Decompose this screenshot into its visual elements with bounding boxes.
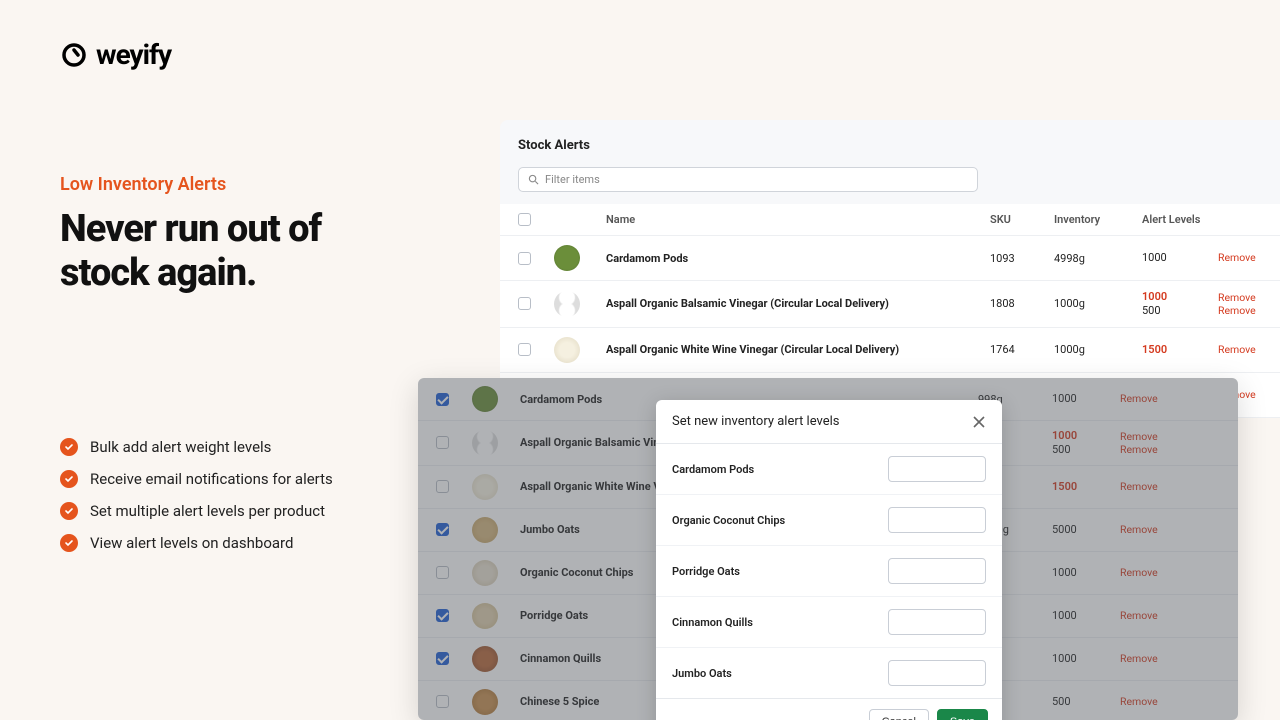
modal-item-label: Porridge Oats [672,565,740,578]
check-icon [60,470,78,488]
table-row: Aspall Organic Balsamic Vinegar (Circula… [500,281,1280,328]
product-name: Aspall Organic Balsamic Vinegar (Circula… [606,297,986,310]
sku-cell: 1093 [990,252,1050,265]
alert-level-input[interactable] [888,660,986,686]
product-thumb [554,245,580,271]
modal-item-label: Cardamom Pods [672,463,754,476]
remove-link[interactable]: Remove [1218,251,1280,264]
inventory-cell: 4998g [1054,252,1138,265]
feature-list: Bulk add alert weight levels Receive ema… [60,438,333,552]
product-name: Cardamom Pods [606,252,986,265]
sku-cell: 1764 [990,343,1050,356]
feature-item: Set multiple alert levels per product [60,502,333,520]
check-icon [60,438,78,456]
select-all-checkbox[interactable] [518,213,531,226]
timer-icon [60,41,88,69]
remove-link[interactable]: Remove [1218,343,1280,356]
feature-item: Bulk add alert weight levels [60,438,333,456]
remove-link[interactable]: Remove [1218,304,1280,317]
table-row: Aspall Organic White Wine Vinegar (Circu… [500,328,1280,373]
modal-item-label: Cinnamon Quills [672,616,753,629]
alert-level-input[interactable] [888,558,986,584]
product-name: Aspall Organic White Wine Vinegar (Circu… [606,343,986,356]
remove-link[interactable]: Remove [1218,291,1280,304]
hero-eyebrow: Low Inventory Alerts [60,174,226,195]
feature-item: Receive email notifications for alerts [60,470,333,488]
table-header: Name SKU Inventory Alert Levels [500,204,1280,236]
brand-name: weyify [96,38,171,71]
modal-title: Set new inventory alert levels [672,414,840,429]
row-checkbox[interactable] [518,343,531,356]
modal-item-row: Porridge Oats [656,546,1002,597]
hero-headline: Never run out of stock again. [60,208,321,295]
alert-level-input[interactable] [888,456,986,482]
page-title: Stock Alerts [500,138,1280,167]
inventory-cell: 1000g [1054,343,1138,356]
alert-cell: 1000 [1142,251,1214,265]
product-thumb [554,291,580,317]
row-checkbox[interactable] [518,297,531,310]
stock-alerts-panel-dimmed: Cardamom Pods 998g 1000 Remove Aspall Or… [418,378,1238,720]
check-icon [60,534,78,552]
stock-alerts-panel: Stock Alerts Filter items Studio 4 Name … [500,120,1280,418]
modal-item-row: Jumbo Oats [656,648,1002,698]
sku-cell: 1808 [990,297,1050,310]
alert-cell: 1500 [1142,343,1214,357]
brand-logo: weyify [60,38,171,71]
save-button[interactable]: Save [937,709,988,720]
cancel-button[interactable]: Cancel [869,709,929,720]
table-row: Cardamom Pods 1093 4998g 1000 Remove [500,236,1280,281]
modal-item-label: Organic Coconut Chips [672,514,785,527]
alert-levels-modal: Set new inventory alert levels Cardamom … [656,400,1002,720]
modal-item-row: Cardamom Pods [656,444,1002,495]
alert-cell: 1000500 [1142,290,1214,318]
modal-item-label: Jumbo Oats [672,667,732,680]
feature-item: View alert levels on dashboard [60,534,333,552]
product-thumb [554,337,580,363]
row-checkbox[interactable] [518,252,531,265]
alert-level-input[interactable] [888,507,986,533]
check-icon [60,502,78,520]
modal-item-row: Organic Coconut Chips [656,495,1002,546]
inventory-cell: 1000g [1054,297,1138,310]
search-icon [528,174,539,185]
modal-item-row: Cinnamon Quills [656,597,1002,648]
alert-level-input[interactable] [888,609,986,635]
filter-input[interactable]: Filter items [518,167,978,192]
close-icon[interactable] [972,415,986,429]
